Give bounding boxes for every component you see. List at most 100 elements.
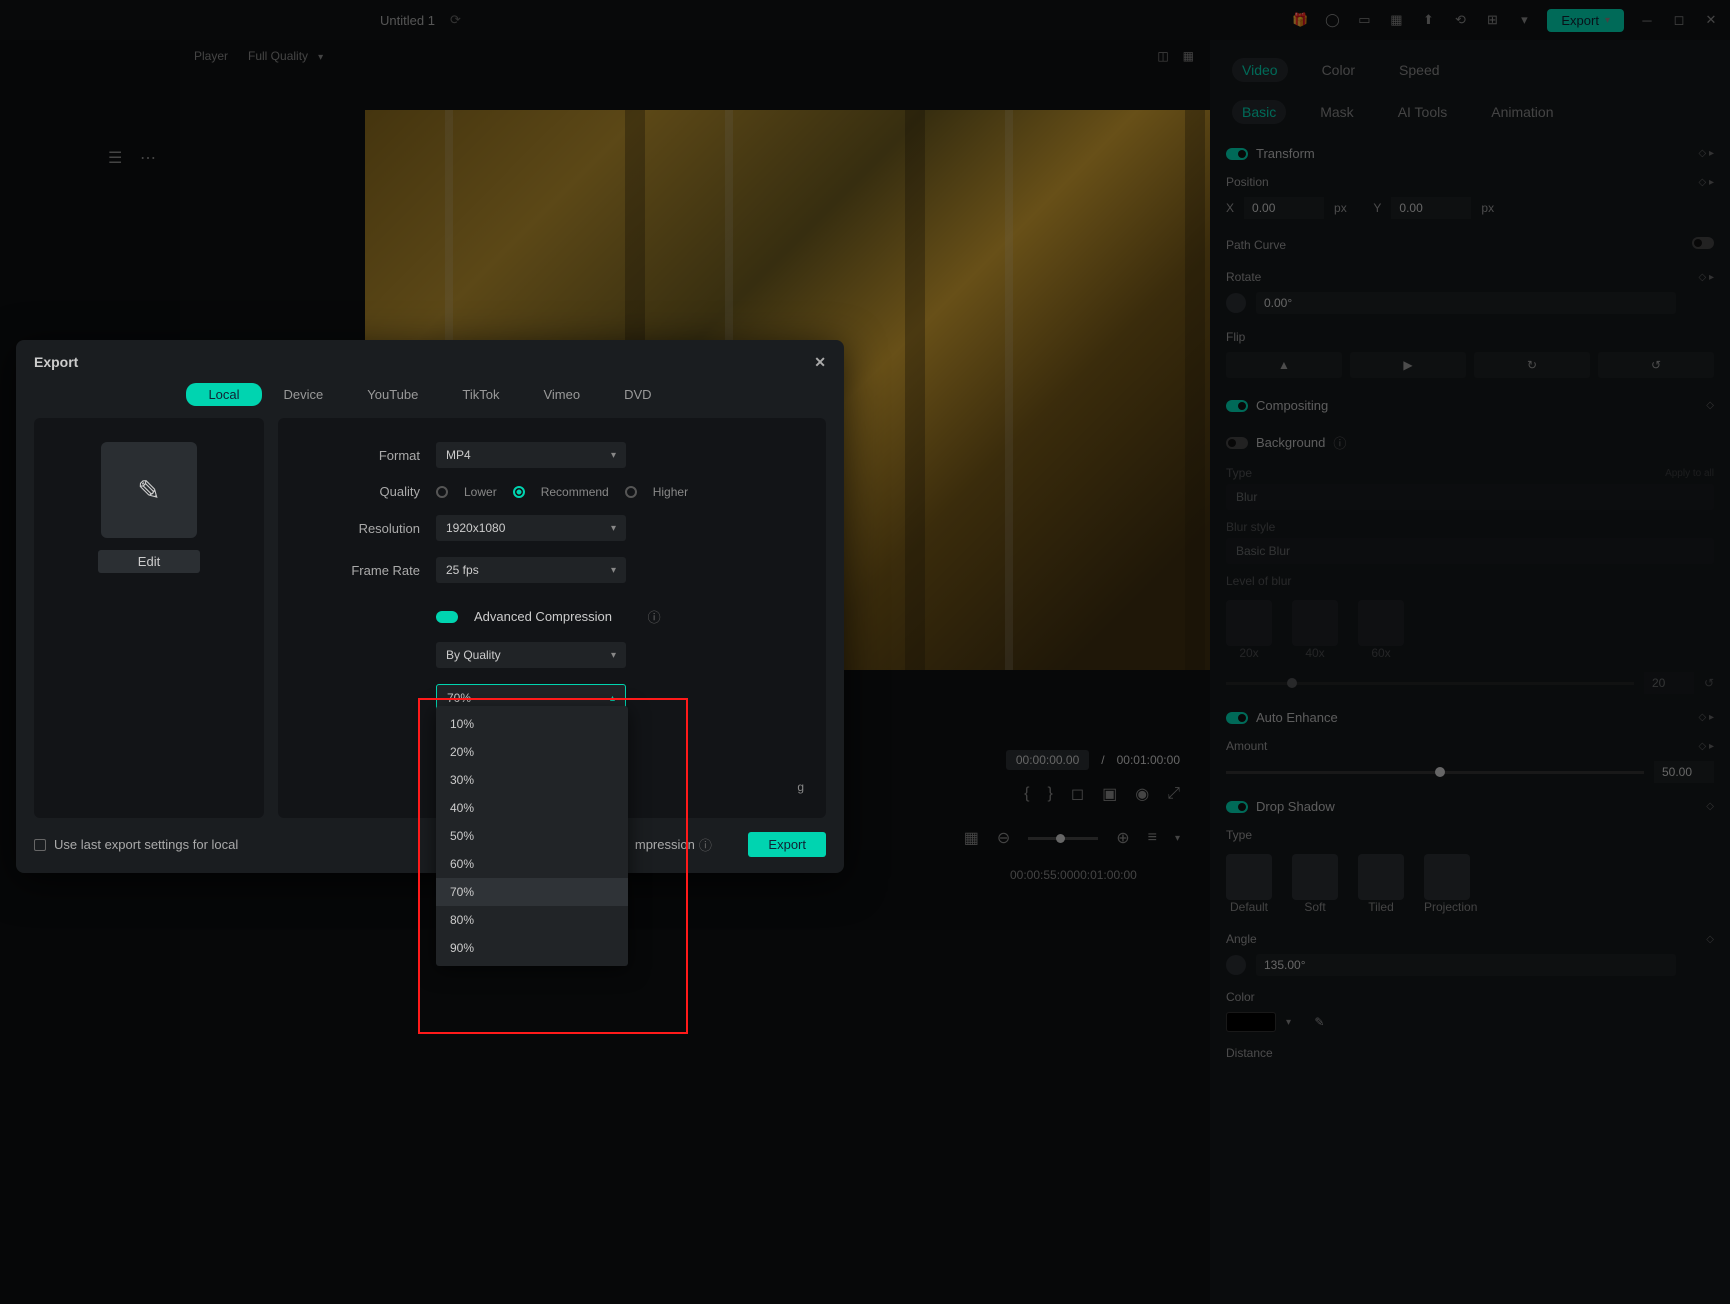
circle-icon[interactable]: ◯ (1323, 11, 1341, 29)
monitor-icon[interactable]: ▭ (1355, 11, 1373, 29)
tab-speed[interactable]: Speed (1389, 58, 1449, 82)
more-icon[interactable]: ⋯ (140, 148, 156, 168)
ds-soft[interactable] (1292, 854, 1338, 900)
quality-lower-radio[interactable] (436, 486, 448, 498)
close-icon[interactable]: ✕ (1702, 11, 1720, 29)
amount-input[interactable] (1654, 761, 1714, 783)
snapshot-icon[interactable]: ▦ (1183, 49, 1194, 63)
transform-toggle[interactable] (1226, 148, 1248, 160)
autoenhance-toggle[interactable] (1226, 712, 1248, 724)
tab-device[interactable]: Device (262, 383, 346, 406)
flip-h-button[interactable]: ▲ (1226, 352, 1342, 378)
tab-vimeo[interactable]: Vimeo (521, 383, 602, 406)
x-input[interactable] (1244, 197, 1324, 219)
apply-all-button[interactable]: Apply to all (1665, 468, 1714, 479)
grid-view-icon[interactable]: ▦ (964, 828, 979, 848)
option-80[interactable]: 80% (436, 906, 628, 934)
modal-close-icon[interactable]: ✕ (814, 354, 826, 371)
blur-60x[interactable] (1358, 600, 1404, 646)
square-icon[interactable]: ◻ (1071, 784, 1084, 804)
upload-icon[interactable]: ⬆ (1419, 11, 1437, 29)
keyframe-icon[interactable]: ◇ (1706, 801, 1714, 812)
crop-icon[interactable]: ▣ (1102, 784, 1117, 804)
compare-icon[interactable]: ◫ (1157, 49, 1168, 63)
tab-youtube[interactable]: YouTube (345, 383, 440, 406)
rotate-cw-button[interactable]: ↻ (1474, 352, 1590, 378)
rotate-ccw-button[interactable]: ↺ (1598, 352, 1714, 378)
mark-out-icon[interactable]: } (1047, 785, 1052, 803)
keyframe-icon[interactable]: ◇ ▸ (1699, 148, 1715, 159)
quality-recommend-radio[interactable] (513, 486, 525, 498)
keyframe-icon[interactable]: ◇ (1706, 400, 1714, 411)
keyframe-icon[interactable]: ◇ ▸ (1699, 741, 1715, 752)
option-30[interactable]: 30% (436, 766, 628, 794)
rotate-input[interactable] (1256, 292, 1676, 314)
keyframe-icon[interactable]: ◇ ▸ (1699, 272, 1715, 283)
ds-default[interactable] (1226, 854, 1272, 900)
export-confirm-button[interactable]: Export (748, 832, 826, 857)
subtab-mask[interactable]: Mask (1310, 100, 1363, 124)
zoom-slider[interactable] (1028, 837, 1098, 840)
quality-select[interactable]: Full Quality ▾ (248, 49, 323, 63)
ds-projection[interactable] (1424, 854, 1470, 900)
zoom-out-icon[interactable]: ⊖ (997, 828, 1010, 848)
keyframe-icon[interactable]: ◇ ▸ (1699, 712, 1715, 723)
color-swatch[interactable] (1226, 1012, 1276, 1032)
blur-40x[interactable] (1292, 600, 1338, 646)
expand-icon[interactable]: ⤢ (1167, 785, 1180, 803)
subtab-ai[interactable]: AI Tools (1388, 100, 1458, 124)
grid-icon[interactable]: ⊞ (1483, 11, 1501, 29)
advcomp-toggle[interactable] (436, 611, 458, 623)
option-20[interactable]: 20% (436, 738, 628, 766)
filter-icon[interactable]: ☰ (108, 148, 122, 168)
option-10[interactable]: 10% (436, 710, 628, 738)
dropshadow-toggle[interactable] (1226, 801, 1248, 813)
gift-icon[interactable]: 🎁 (1291, 11, 1309, 29)
format-select[interactable]: MP4▾ (436, 442, 626, 468)
eyedropper-icon[interactable]: ✎ (1314, 1015, 1324, 1029)
thumbnail-preview[interactable]: ✎ (101, 442, 197, 538)
edit-button[interactable]: Edit (98, 550, 200, 573)
tab-tiktok[interactable]: TikTok (440, 383, 521, 406)
subtab-anim[interactable]: Animation (1481, 100, 1563, 124)
option-90[interactable]: 90% (436, 934, 628, 962)
angle-input[interactable] (1256, 954, 1676, 976)
blur-20x[interactable] (1226, 600, 1272, 646)
tab-color[interactable]: Color (1312, 58, 1365, 82)
option-60[interactable]: 60% (436, 850, 628, 878)
angle-dial[interactable] (1226, 955, 1246, 975)
dropdown-icon[interactable]: ▾ (1175, 833, 1180, 844)
tab-dvd[interactable]: DVD (602, 383, 673, 406)
option-70[interactable]: 70% (436, 878, 628, 906)
path-curve-toggle[interactable] (1692, 237, 1714, 249)
framerate-select[interactable]: 25 fps▾ (436, 557, 626, 583)
compression-mode-select[interactable]: By Quality▾ (436, 642, 626, 668)
y-input[interactable] (1391, 197, 1471, 219)
use-last-settings-checkbox[interactable] (34, 839, 46, 851)
blur-slider-val[interactable] (1644, 672, 1694, 694)
type-select[interactable] (1226, 484, 1714, 510)
quality-higher-radio[interactable] (625, 486, 637, 498)
rotate-dial[interactable] (1226, 293, 1246, 313)
export-button[interactable]: Export▾ (1547, 9, 1624, 32)
ds-tiled[interactable] (1358, 854, 1404, 900)
note-icon[interactable]: ▾ (1515, 11, 1533, 29)
compositing-toggle[interactable] (1226, 400, 1248, 412)
image-icon[interactable]: ▦ (1387, 11, 1405, 29)
amount-slider[interactable] (1226, 771, 1644, 774)
option-40[interactable]: 40% (436, 794, 628, 822)
info-icon[interactable]: ⓘ (699, 835, 712, 854)
mark-in-icon[interactable]: { (1024, 785, 1029, 803)
flip-v-button[interactable]: ▶ (1350, 352, 1466, 378)
zoom-in-icon[interactable]: ⊕ (1116, 828, 1129, 848)
background-toggle[interactable] (1226, 437, 1248, 449)
camera-icon[interactable]: ◉ (1135, 784, 1149, 804)
option-50[interactable]: 50% (436, 822, 628, 850)
tab-local[interactable]: Local (186, 383, 261, 406)
refresh-icon[interactable]: ⟲ (1451, 11, 1469, 29)
keyframe-icon[interactable]: ◇ ▸ (1699, 177, 1715, 188)
resolution-select[interactable]: 1920x1080▾ (436, 515, 626, 541)
minimize-icon[interactable]: ─ (1638, 11, 1656, 29)
info-icon[interactable]: ⓘ (648, 607, 661, 626)
list-icon[interactable]: ≡ (1148, 829, 1157, 847)
